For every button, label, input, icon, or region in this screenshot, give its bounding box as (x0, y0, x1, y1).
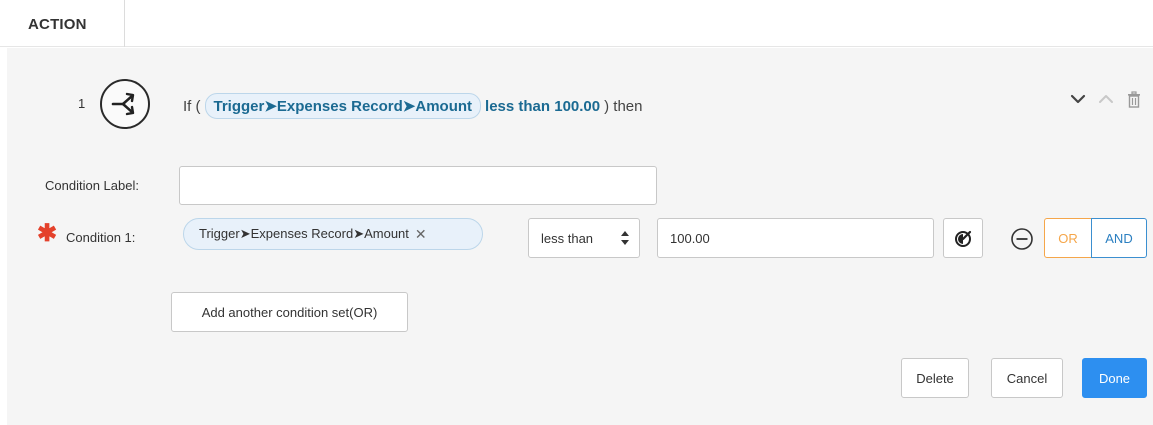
summary-field-pill: Trigger➤Expenses Record➤Amount (204, 93, 482, 119)
condition-1-label: Condition 1: (66, 230, 136, 245)
done-button[interactable]: Done (1082, 358, 1147, 398)
tab-action[interactable]: ACTION (0, 0, 125, 47)
step-number: 1 (78, 96, 86, 111)
required-marker: ✱ (37, 220, 58, 247)
delete-button[interactable]: Delete (901, 358, 969, 398)
and-button[interactable]: AND (1091, 218, 1147, 258)
condition-value-input[interactable] (657, 218, 934, 258)
dynamic-value-icon (955, 230, 972, 247)
or-button[interactable]: OR (1044, 218, 1092, 258)
operator-select-value: less than (541, 230, 594, 246)
operator-select[interactable]: less than (528, 218, 640, 258)
summary-operator-value: less than 100.00 (485, 97, 601, 115)
chevron-down-icon[interactable] (1069, 90, 1087, 108)
condition-field-text: Trigger➤Expenses Record➤Amount (199, 226, 409, 241)
add-condition-set-button[interactable]: Add another condition set(OR) (171, 292, 408, 332)
branch-condition-icon (100, 79, 150, 129)
summary-suffix: ) then (604, 97, 643, 115)
condition-field-pill[interactable]: Trigger➤Expenses Record➤Amount ✕ (183, 218, 483, 250)
tab-action-label: ACTION (28, 16, 87, 33)
select-caret-icon (621, 231, 629, 245)
condition-label-label: Condition Label: (45, 178, 139, 193)
condition-summary: If ( Trigger➤Expenses Record➤Amount less… (183, 93, 642, 119)
condition-label-input[interactable] (179, 166, 657, 205)
cancel-button[interactable]: Cancel (991, 358, 1063, 398)
remove-condition-icon[interactable] (1010, 227, 1034, 251)
step-controls (1069, 90, 1143, 108)
value-mode-button[interactable] (943, 218, 983, 258)
chevron-up-icon[interactable] (1097, 90, 1115, 108)
remove-field-icon[interactable]: ✕ (415, 226, 427, 243)
top-bar: ACTION (0, 0, 1153, 47)
trash-icon[interactable] (1125, 90, 1143, 108)
summary-prefix: If ( (183, 97, 201, 115)
